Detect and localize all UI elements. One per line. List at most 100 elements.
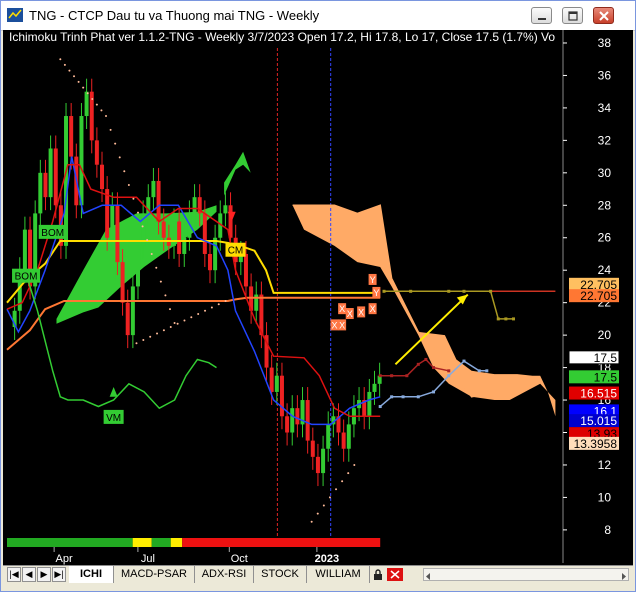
psar-dot [156,332,159,335]
projection-dot [416,362,420,366]
psar-dot [127,183,130,186]
minimize-button[interactable] [531,7,552,24]
price-flag-label: 17.5 [594,370,618,384]
candle-body [290,408,295,433]
candle-body [326,424,331,449]
psar-dot [310,520,313,523]
psar-dot [59,58,62,61]
x-marker-label: X [347,309,353,319]
psar-dot [217,303,220,306]
candle-body [243,253,248,287]
projection-dot [447,289,451,293]
price-tick-label: 24 [598,263,612,277]
close-button[interactable] [593,7,614,24]
price-tick-label: 30 [598,166,612,180]
price-tick-label: 36 [598,68,612,82]
prev-tab-button[interactable]: ◀ [22,567,36,582]
kumo-bull-cloud-2 [224,151,251,196]
tab-ichi[interactable]: ICHI [69,566,114,583]
trend-status-bar [7,538,133,547]
candle-body [156,180,161,222]
candle-body [151,180,156,198]
psar-dot [353,463,356,466]
candle-body [285,416,290,433]
candle-body [315,456,320,474]
candle-body [207,253,212,271]
projection-dot [378,405,382,409]
psar-dot [173,321,176,324]
maximize-icon [568,11,578,21]
ichimoku-chart[interactable]: X X X XX XYYBOMBOMCMVMApr Jul Oct 2023383634323… [3,30,633,565]
close-icon [599,11,609,21]
psar-dot [197,313,200,316]
tab-adx-rsi[interactable]: ADX-RSI [195,566,254,583]
price-tick-label: 8 [604,523,611,537]
maximize-button[interactable] [562,7,583,24]
x-marker-label: X [358,307,364,317]
candle-body [279,375,284,417]
projection-dot [447,374,451,378]
trend-status-bar [132,538,152,547]
psar-dot [135,342,138,345]
chart-area[interactable]: X X X X X X Y Y BOM BOM CM VM Apr Jul Oct 2023 38 36 34 32 3… [3,30,633,565]
psar-dot [146,239,149,242]
trend-status-bar [182,538,381,547]
psar-dot [150,252,153,255]
y-marker-label: Y [370,275,376,285]
candle-body [341,432,346,449]
candle-body [48,148,53,198]
psar-dot [105,115,108,118]
lock-icon[interactable] [373,569,383,581]
psar-dot [141,225,144,228]
psar-dot [159,280,162,283]
psar-dot [149,335,152,338]
candle-body [202,213,207,254]
psar-dot [328,496,331,499]
candle-body [346,424,351,449]
price-tick-label: 26 [598,231,612,245]
psar-dot [123,170,126,173]
candle-body [305,400,310,441]
candle-body [69,116,74,157]
psar-dot [168,308,171,311]
psar-dot [77,80,80,83]
month-label: Apr [56,553,73,565]
projection-dot [378,374,382,378]
psar-dot [341,480,344,483]
signal-label: CM [228,246,244,257]
x-marker-label: X [331,320,337,330]
psar-dot [68,69,71,72]
minimize-icon [538,18,546,20]
psar-dot [162,329,165,332]
x-marker-label: X [339,304,345,314]
horizontal-scrollbar[interactable] [423,568,629,581]
projection-dot [432,366,436,370]
candle-body [105,189,110,238]
projection-dot [405,374,409,378]
candle-body [22,229,27,271]
psar-dot [100,109,103,112]
tab-macd-psar[interactable]: MACD-PSAR [114,566,195,583]
candle-body [110,205,115,238]
psar-dot [95,103,98,106]
psar-dot [155,266,158,269]
price-tick-label: 10 [598,490,612,504]
tab-william[interactable]: WILLIAM [307,566,370,583]
window-title: TNG - CTCP Dau tu va Thuong mai TNG - We… [29,8,320,23]
first-tab-button[interactable]: |◀ [7,567,21,582]
candle-body [171,221,176,246]
chart-header: Ichimoku Trinh Phat ver 1.1.2-TNG - Week… [9,30,556,44]
psar-dot [164,294,167,297]
projection-dot [496,317,500,321]
indicator-line-2 [6,156,381,426]
psar-dot [142,338,145,341]
tab-stock[interactable]: STOCK [254,566,307,583]
next-tab-button[interactable]: ▶ [37,567,51,582]
candle-body [79,116,84,206]
last-tab-button[interactable]: ▶| [52,567,66,582]
price-tick-label: 32 [598,133,612,147]
psar-dot [82,86,85,89]
candle-body [213,237,218,271]
candle-body [136,245,141,287]
delete-sheet-icon[interactable] [387,568,403,581]
